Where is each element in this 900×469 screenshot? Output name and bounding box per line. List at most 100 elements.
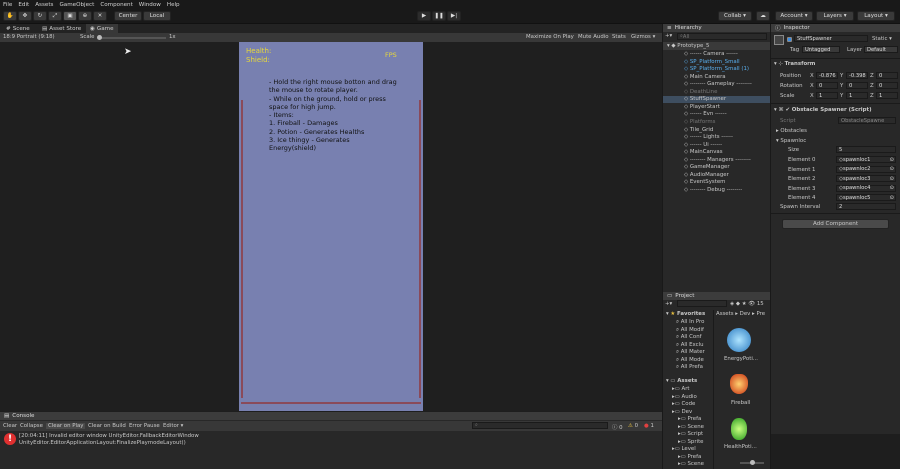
- menu-assets[interactable]: Assets: [32, 2, 56, 8]
- info-count[interactable]: ⓘ 0: [612, 423, 623, 431]
- active-checkbox[interactable]: [787, 37, 792, 42]
- object-picker-icon[interactable]: ⊙: [890, 157, 894, 163]
- hierarchy-item[interactable]: ◇ ------ Ui ------: [684, 142, 722, 148]
- hierarchy-item[interactable]: ◇ ------ Lights ------: [684, 134, 733, 140]
- collab-button[interactable]: Collab ▾: [718, 11, 752, 21]
- mute-audio-toggle[interactable]: Mute Audio: [578, 34, 609, 40]
- asset-folder-item[interactable]: ▸▭ Script: [678, 431, 703, 437]
- account-dropdown[interactable]: Account ▾: [775, 11, 813, 21]
- favorite-item[interactable]: ⌕ All In Pro: [676, 319, 704, 326]
- maximize-on-play-toggle[interactable]: Maximize On Play: [526, 34, 574, 40]
- rotate-tool-icon[interactable]: ↻: [33, 11, 47, 21]
- favorite-item[interactable]: ⌕ All Modif: [676, 327, 704, 334]
- menu-window[interactable]: Window: [136, 2, 164, 8]
- element-object-field[interactable]: ◇ spawnloc2 ⊙: [836, 165, 896, 173]
- menu-edit[interactable]: Edit: [15, 2, 32, 8]
- position-z-field[interactable]: 0: [876, 72, 898, 79]
- rect-tool-icon[interactable]: ▣: [63, 11, 77, 21]
- tag-dropdown[interactable]: Untagged: [802, 46, 840, 53]
- favorite-item[interactable]: ⌕ All Exclu: [676, 342, 704, 349]
- hierarchy-item[interactable]: ◇ Platforms: [684, 119, 715, 125]
- hierarchy-item[interactable]: ◇ ------ Camera ------: [684, 51, 738, 57]
- clear-on-build-toggle[interactable]: Clear on Build: [88, 423, 126, 429]
- hand-tool-icon[interactable]: ✋: [3, 11, 17, 21]
- static-dropdown[interactable]: Static ▾: [872, 36, 892, 42]
- spawn-interval-field[interactable]: 2: [836, 203, 896, 210]
- hierarchy-item[interactable]: ◇ -------- Debug --------: [684, 187, 742, 193]
- layer-dropdown[interactable]: Default: [864, 46, 898, 53]
- custom-tool-icon[interactable]: ✕: [93, 11, 107, 21]
- object-picker-icon[interactable]: ⊙: [890, 166, 894, 172]
- energy-potion-thumbnail[interactable]: [727, 328, 751, 352]
- favorite-item[interactable]: ⌕ All Conf: [676, 334, 702, 341]
- object-picker-icon[interactable]: ⊙: [890, 176, 894, 182]
- asset-folder-item[interactable]: ▸▭ Prefa: [678, 416, 701, 422]
- hierarchy-item[interactable]: ◇ DeathLine: [684, 89, 717, 95]
- position-x-field[interactable]: -0.876: [816, 72, 838, 79]
- scale-z-field[interactable]: 1: [876, 92, 898, 99]
- error-pause-toggle[interactable]: Error Pause: [129, 423, 160, 429]
- spawnloc-foldout[interactable]: ▾ Spawnloc: [776, 138, 806, 144]
- project-create-button[interactable]: +▾: [665, 301, 672, 307]
- hierarchy-item[interactable]: ◇ SP_Platform_Small: [684, 59, 740, 65]
- thumbnail-slider-handle[interactable]: [750, 460, 755, 465]
- element-object-field[interactable]: ◇ spawnloc1 ⊙: [836, 156, 896, 163]
- health-potion-thumbnail[interactable]: [731, 418, 747, 440]
- clear-on-play-toggle[interactable]: Clear on Play: [46, 423, 86, 429]
- cloud-icon[interactable]: ☁: [756, 11, 770, 21]
- asset-folder-item[interactable]: ▸▭ Level: [672, 446, 696, 452]
- editor-dropdown[interactable]: Editor ▾: [163, 423, 183, 429]
- hierarchy-item[interactable]: ◇ -------- Managers --------: [684, 157, 751, 163]
- console-message-line2[interactable]: UnityEditor.EditorApplicationLayout:Fina…: [19, 440, 186, 446]
- favorite-item[interactable]: ⌕ All Mater: [676, 349, 705, 356]
- project-search[interactable]: [677, 300, 727, 307]
- position-y-field[interactable]: -0.398: [846, 72, 868, 79]
- object-picker-icon[interactable]: ⊙: [890, 195, 894, 201]
- aspect-dropdown[interactable]: 18:9 Portrait (9:18): [3, 34, 55, 40]
- hierarchy-item[interactable]: ◇ Main Camera: [684, 74, 726, 80]
- asset-folder-item[interactable]: ▸▭ Art: [672, 386, 690, 392]
- warning-count[interactable]: ⚠ 0: [628, 423, 638, 429]
- rotation-z-field[interactable]: 0: [876, 82, 898, 89]
- assets-foldout[interactable]: ▾ ▭ Assets: [666, 378, 697, 384]
- rotation-x-field[interactable]: 0: [816, 82, 838, 89]
- scale-x-field[interactable]: 1: [816, 92, 838, 99]
- element-object-field[interactable]: ◇ spawnloc3 ⊙: [836, 175, 896, 182]
- error-count[interactable]: ● 1: [644, 423, 654, 429]
- pivot-toggle[interactable]: Center: [114, 11, 142, 21]
- hierarchy-search[interactable]: ⌕ All: [677, 33, 767, 40]
- size-field[interactable]: 5: [836, 146, 896, 153]
- layout-dropdown[interactable]: Layout ▾: [857, 11, 895, 21]
- hierarchy-item[interactable]: ◇ Tile_Grid: [684, 127, 713, 133]
- menu-file[interactable]: File: [0, 2, 15, 8]
- tab-game[interactable]: ◉ Game: [86, 24, 118, 33]
- console-search[interactable]: ⌕: [472, 422, 608, 429]
- scale-slider-handle[interactable]: [97, 35, 102, 40]
- object-picker-icon[interactable]: ⊙: [890, 185, 894, 191]
- asset-folder-item[interactable]: ▸▭ Code: [672, 401, 695, 407]
- scale-slider[interactable]: [97, 35, 166, 40]
- scene-root[interactable]: ▾ ◆ Prototype_5: [667, 43, 709, 49]
- favorite-item[interactable]: ⌕ All Mode: [676, 357, 704, 364]
- clear-button[interactable]: Clear: [3, 423, 17, 429]
- asset-folder-item[interactable]: ▸▭ Audio: [672, 394, 697, 400]
- hierarchy-item[interactable]: ◇ -------- Gameplay --------: [684, 81, 752, 87]
- collapse-button[interactable]: Collapse: [20, 423, 43, 429]
- add-component-button[interactable]: Add Component: [782, 219, 889, 229]
- project-breadcrumb[interactable]: Assets ▸ Dev ▸ Pre: [716, 311, 765, 317]
- hierarchy-item[interactable]: ◇ AudioManager: [684, 172, 729, 178]
- thumbnail-size-slider[interactable]: [740, 460, 764, 465]
- element-object-field[interactable]: ◇ spawnloc4 ⊙: [836, 184, 896, 192]
- play-button[interactable]: ▶: [417, 11, 431, 21]
- favorite-item[interactable]: ⌕ All Prefa: [676, 364, 703, 371]
- console-message-line1[interactable]: [20:04:11] Invalid editor window UnityEd…: [19, 433, 199, 439]
- move-tool-icon[interactable]: ✥: [18, 11, 32, 21]
- transform-tool-icon[interactable]: ⊕: [78, 11, 92, 21]
- obstacle-spawner-header[interactable]: ▾ ⌘ ✔ Obstacle Spawner (Script): [774, 107, 872, 113]
- transform-header[interactable]: ▾ ⊹ Transform: [774, 61, 815, 67]
- asset-folder-item[interactable]: ▸▭ Dev: [672, 409, 692, 415]
- asset-folder-item[interactable]: ▸▭ Scene: [678, 424, 704, 430]
- scale-tool-icon[interactable]: ⤢: [48, 11, 62, 21]
- space-toggle[interactable]: Local: [143, 11, 171, 21]
- menu-gameobject[interactable]: GameObject: [56, 2, 97, 8]
